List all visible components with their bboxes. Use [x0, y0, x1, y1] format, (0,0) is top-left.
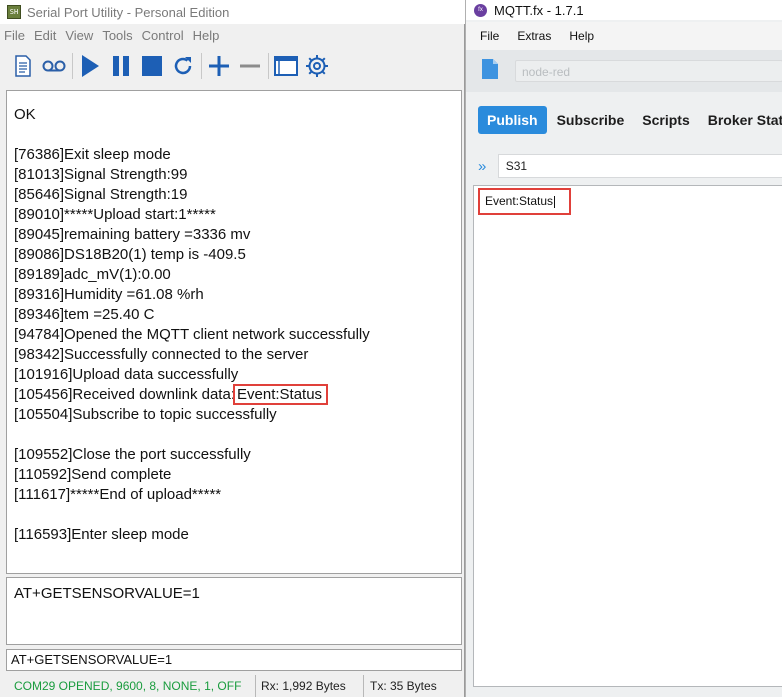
menu-edit[interactable]: Edit: [30, 26, 61, 46]
mqtt-menu-file[interactable]: File: [466, 29, 503, 43]
serial-statusbar: COM29 OPENED, 9600, 8, NONE, 1, OFF Rx: …: [0, 675, 465, 697]
play-icon[interactable]: [77, 53, 103, 79]
menu-help[interactable]: Help: [189, 26, 225, 46]
gear-icon[interactable]: [304, 53, 330, 79]
publish-topic-row: » S31: [466, 150, 782, 182]
output-line: [98342]Successfully connected to the ser…: [14, 346, 309, 363]
tab-subscribe[interactable]: Subscribe: [548, 106, 634, 134]
window-icon[interactable]: [273, 53, 299, 79]
mqtt-menubar: File Extras Help: [466, 22, 782, 50]
output-line: [109552]Close the port successfully: [14, 446, 251, 463]
send-input-area[interactable]: AT+GETSENSORVALUE=1: [6, 577, 462, 645]
output-line: [89010]*****Upload start:1*****: [14, 206, 216, 223]
connection-profile-select[interactable]: node-red: [515, 60, 782, 82]
output-line: [111617]*****End of upload*****: [14, 486, 222, 503]
tx-bytes: Tx: 35 Bytes: [370, 679, 437, 693]
mqtt-titlebar: fx MQTT.fx - 1.7.1: [466, 0, 782, 20]
output-line: [116593]Enter sleep mode: [14, 526, 189, 543]
stop-icon[interactable]: [139, 53, 165, 79]
output-line: [110592]Send complete: [14, 466, 172, 483]
payload-highlight: Event:Status: [478, 188, 572, 215]
mqtt-menu-help[interactable]: Help: [555, 29, 598, 43]
publish-payload-editor[interactable]: Event:Status: [473, 185, 782, 687]
connection-status: COM29 OPENED, 9600, 8, NONE, 1, OFF: [0, 675, 256, 697]
output-line: [94784]Opened the MQTT client network su…: [14, 326, 370, 343]
output-line: [89189]adc_mV(1):0.00: [14, 266, 171, 283]
output-line: [81013]Signal Strength:99: [14, 166, 188, 183]
output-line: [85646]Signal Strength:19: [14, 186, 188, 203]
serial-toolbar: [0, 48, 465, 84]
mqttfx-window: fx MQTT.fx - 1.7.1 File Extras Help node…: [465, 0, 782, 697]
menu-file[interactable]: File: [0, 26, 30, 46]
document-icon[interactable]: [10, 53, 36, 79]
connection-profile-row: node-red: [466, 50, 782, 92]
menu-tools[interactable]: Tools: [98, 26, 137, 46]
serial-port-utility-window: SH Serial Port Utility - Personal Editio…: [0, 0, 465, 697]
profile-document-icon[interactable]: [481, 58, 499, 85]
output-line: [89316]Humidity =61.08 %rh: [14, 286, 204, 303]
serial-titlebar: SH Serial Port Utility - Personal Editio…: [0, 0, 465, 24]
menu-view[interactable]: View: [61, 26, 98, 46]
plus-icon[interactable]: [206, 53, 232, 79]
pause-icon[interactable]: [108, 53, 134, 79]
publish-topic-input[interactable]: S31: [497, 154, 782, 178]
toolbar-separator: [268, 53, 269, 79]
output-line: [89045]remaining battery =3336 mv: [14, 226, 251, 243]
mqtt-window-title: MQTT.fx - 1.7.1: [494, 2, 584, 18]
command-history-combo[interactable]: AT+GETSENSORVALUE=1: [6, 649, 462, 671]
rx-bytes: Rx: 1,992 Bytes: [256, 675, 364, 697]
tab-scripts[interactable]: Scripts: [633, 106, 698, 134]
menu-control[interactable]: Control: [138, 26, 189, 46]
refresh-icon[interactable]: [170, 53, 196, 79]
serial-app-icon: SH: [7, 5, 21, 19]
receive-output-area[interactable]: OK [76386]Exit sleep mode [81013]Signal …: [6, 90, 462, 574]
mqtt-menu-extras[interactable]: Extras: [503, 29, 555, 43]
downlink-prefix: [105456]Received downlink data:: [14, 386, 235, 403]
output-line: OK: [14, 106, 36, 123]
toolbar-separator: [201, 53, 202, 79]
downlink-highlight: Event:Status: [233, 384, 329, 405]
mqtt-app-icon: fx: [474, 3, 487, 17]
output-line: [89086]DS18B20(1) temp is -409.5: [14, 246, 246, 263]
output-line: [101916]Upload data successfully: [14, 366, 239, 383]
text-cursor: [554, 195, 556, 208]
tab-publish[interactable]: Publish: [478, 106, 547, 134]
payload-text: Event:Status: [485, 194, 554, 208]
output-line-downlink: [105456]Received downlink data: Event:Sta…: [14, 384, 461, 405]
serial-window-title: Serial Port Utility - Personal Edition: [27, 4, 230, 20]
output-line: [105504]Subscribe to topic successfully: [14, 406, 277, 423]
serial-menubar: File Edit View Tools Control Help: [0, 26, 224, 46]
mqtt-tabs: Publish Subscribe Scripts Broker Status: [466, 100, 782, 140]
tab-broker-status[interactable]: Broker Status: [699, 106, 782, 134]
minus-icon[interactable]: [237, 53, 263, 79]
toolbar-separator: [72, 53, 73, 79]
tape-icon[interactable]: [41, 53, 67, 79]
chevron-right-icon[interactable]: »: [478, 158, 494, 175]
output-line: [76386]Exit sleep mode: [14, 146, 171, 163]
output-line: [89346]tem =25.40 C: [14, 306, 155, 323]
